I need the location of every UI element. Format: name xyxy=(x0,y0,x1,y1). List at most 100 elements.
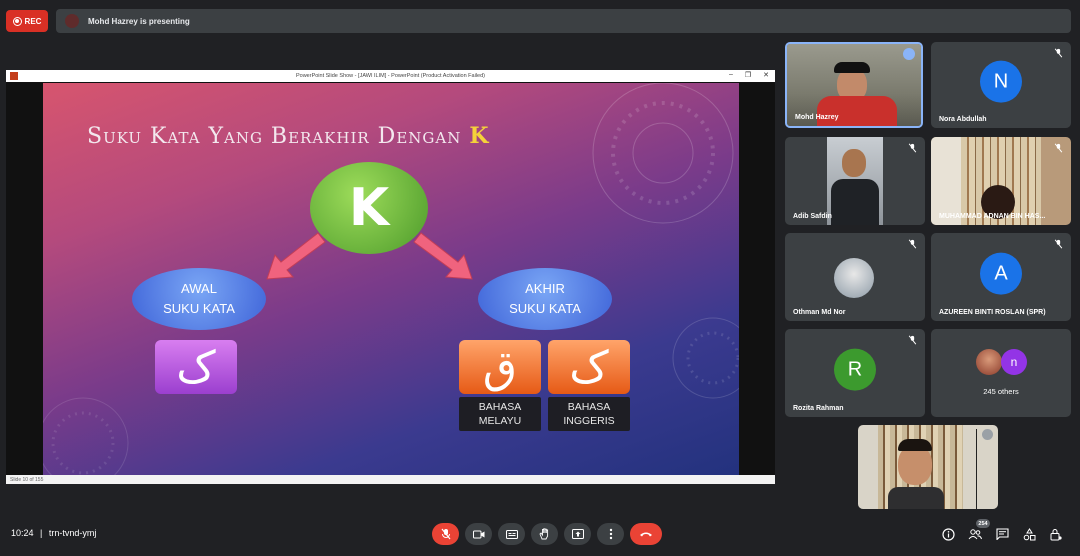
label-line: INGGERIS xyxy=(563,415,615,427)
powerpoint-icon xyxy=(10,72,18,80)
camera-button[interactable] xyxy=(465,523,492,545)
mic-off-icon xyxy=(908,335,917,345)
participant-tile[interactable]: R Rozita Rahman xyxy=(785,329,925,417)
slide-title-text: Suku Kata Yang Berakhir Dengan xyxy=(87,124,462,149)
participant-tile[interactable]: MUHAMMAD ADNAN BIN HAS... xyxy=(931,137,1071,225)
presenting-text: Mohd Hazrey is presenting xyxy=(88,16,190,26)
video-background xyxy=(931,137,961,225)
participant-name: Rozita Rahman xyxy=(793,405,844,412)
label-line: BAHASA xyxy=(478,401,522,413)
others-tile[interactable]: n 245 others xyxy=(931,329,1071,417)
minimize-icon[interactable]: – xyxy=(729,71,733,79)
bahasa-melayu-label: BAHASA MELAYU xyxy=(459,397,541,431)
participant-face xyxy=(842,149,866,177)
bahasa-inggeris-label: BAHASA INGGERIS xyxy=(548,397,630,431)
slide-title: Suku Kata Yang Berakhir Dengan K xyxy=(87,123,489,149)
participant-name: AZUREEN BINTI ROSLAN (SPR) xyxy=(939,309,1046,316)
captions-icon xyxy=(505,529,518,539)
jawi-kaf-tile-2: ک xyxy=(548,340,630,394)
participant-tile[interactable]: Mohd Hazrey xyxy=(785,42,923,128)
info-icon xyxy=(941,527,955,541)
raise-hand-button[interactable] xyxy=(531,523,558,545)
slide-canvas: Suku Kata Yang Berakhir Dengan K K AWAL … xyxy=(43,83,739,475)
present-icon xyxy=(571,529,584,539)
camera-icon xyxy=(472,530,484,538)
leave-call-button[interactable] xyxy=(630,523,662,545)
participant-tile[interactable]: Othman Md Nor xyxy=(785,233,925,321)
chat-icon xyxy=(995,528,1009,540)
restore-icon[interactable]: ❐ xyxy=(745,71,751,79)
others-avatar-photo xyxy=(976,349,1002,375)
participant-name: Othman Md Nor xyxy=(793,309,846,316)
mic-off-icon xyxy=(908,143,917,153)
people-count-badge: 254 xyxy=(976,519,990,528)
presenter-avatar xyxy=(65,14,79,28)
record-icon xyxy=(12,16,22,26)
speaking-indicator-icon xyxy=(903,48,915,60)
participant-avatar: N xyxy=(980,60,1022,103)
more-options-button[interactable] xyxy=(597,523,624,545)
participant-avatar: R xyxy=(834,348,876,391)
lock-person-icon xyxy=(1050,528,1062,540)
meeting-info: 10:24 | trn-tvnd-ymj xyxy=(11,528,96,538)
call-controls xyxy=(432,523,662,545)
participant-tile[interactable]: A AZUREEN BINTI ROSLAN (SPR) xyxy=(931,233,1071,321)
mic-off-icon xyxy=(908,239,917,249)
right-arrow xyxy=(413,232,473,280)
participant-name: MUHAMMAD ADNAN BIN HAS... xyxy=(939,213,1046,220)
lamp-stand xyxy=(976,429,977,509)
more-vert-icon xyxy=(609,528,612,540)
self-shirt xyxy=(888,487,944,509)
captions-button[interactable] xyxy=(498,523,525,545)
oval-line: SUKU KATA xyxy=(509,301,581,316)
current-time: 10:24 xyxy=(11,528,34,538)
shared-presentation: PowerPoint Slide Show - [JAWI ILIM] - Po… xyxy=(6,70,775,484)
self-hair xyxy=(898,439,932,451)
self-face xyxy=(898,445,932,485)
separator: | xyxy=(40,528,43,538)
side-controls xyxy=(941,527,1063,541)
others-avatar: n xyxy=(1001,349,1027,375)
mic-off-icon xyxy=(1054,48,1063,58)
participant-tile[interactable]: Adib Safdin xyxy=(785,137,925,225)
mic-off-icon xyxy=(1054,239,1063,249)
oval-line: AWAL xyxy=(181,281,217,296)
oval-line: SUKU KATA xyxy=(163,301,235,316)
participant-name: Adib Safdin xyxy=(793,213,832,220)
participant-name: Nora Abdullah xyxy=(939,116,987,123)
hang-up-icon xyxy=(640,532,652,537)
host-controls-button[interactable] xyxy=(1049,527,1063,541)
mic-off-icon xyxy=(441,528,450,540)
self-view-tile[interactable] xyxy=(858,425,998,509)
presentation-status-bar: Slide 10 of 155 xyxy=(6,475,775,484)
label-line: BAHASA xyxy=(567,401,611,413)
label-line: MELAYU xyxy=(478,415,522,427)
people-button[interactable] xyxy=(968,527,982,541)
akhir-suku-kata-oval: AKHIR SUKU KATA xyxy=(478,268,612,330)
hand-icon xyxy=(539,528,549,540)
meeting-details-button[interactable] xyxy=(941,527,955,541)
close-icon[interactable]: ✕ xyxy=(763,71,769,79)
activities-icon xyxy=(1023,527,1035,540)
mic-off-icon xyxy=(982,429,993,440)
meeting-code: trn-tvnd-ymj xyxy=(48,528,97,538)
rec-label: REC xyxy=(24,16,42,26)
oval-line: AKHIR xyxy=(525,281,565,296)
jawi-kaf-tile: ک xyxy=(155,340,237,394)
participant-photo xyxy=(834,258,874,298)
people-icon xyxy=(968,528,982,539)
participant-tile[interactable]: N Nora Abdullah xyxy=(931,42,1071,128)
presentation-title-bar: PowerPoint Slide Show - [JAWI ILIM] - Po… xyxy=(6,70,775,82)
slide-counter: Slide 10 of 155 xyxy=(10,476,44,483)
chat-button[interactable] xyxy=(995,527,1009,541)
recording-indicator[interactable]: REC xyxy=(6,10,48,32)
participant-cap xyxy=(834,62,870,73)
present-now-button[interactable] xyxy=(564,523,591,545)
left-arrow xyxy=(266,232,326,280)
center-letter-circle: K xyxy=(310,162,428,254)
others-count: 245 others xyxy=(983,387,1019,396)
jawi-qaf-tile: ق xyxy=(459,340,541,394)
microphone-button[interactable] xyxy=(432,523,459,545)
participant-name: Mohd Hazrey xyxy=(795,114,839,121)
activities-button[interactable] xyxy=(1022,527,1036,541)
